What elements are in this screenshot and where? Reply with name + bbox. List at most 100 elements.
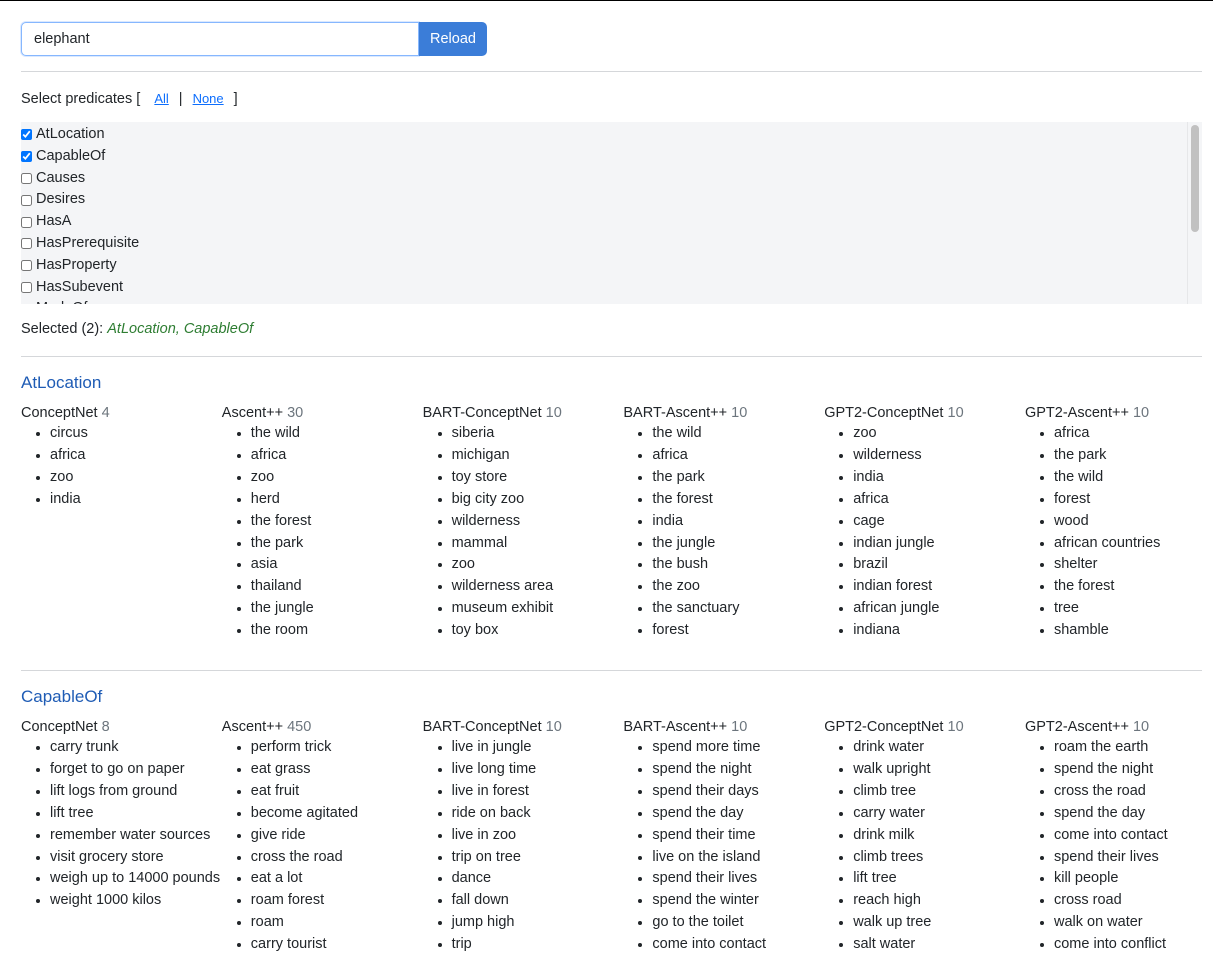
- list-item: forest: [1054, 489, 1213, 511]
- predicate-item[interactable]: AtLocation: [21, 124, 1202, 146]
- section-columns-capableof: ConceptNet 8carry trunkforget to go on p…: [21, 717, 1213, 956]
- list-item: the wild: [1054, 467, 1213, 489]
- section-title-capableof: CapableOf: [21, 687, 103, 706]
- result-list: spend more timespend the nightspend thei…: [623, 737, 824, 956]
- source-name: GPT2-ConceptNet: [824, 405, 944, 421]
- result-count: 10: [731, 405, 748, 421]
- predicate-header: Select predicates [ All | None]: [21, 91, 238, 107]
- list-item: the forest: [1054, 576, 1213, 598]
- predicate-header-label: Select predicates [: [21, 91, 141, 107]
- list-item: climb trees: [853, 847, 1025, 869]
- close-bracket: ]: [233, 91, 238, 107]
- column-header: ConceptNet 4: [21, 403, 222, 423]
- column-header: BART-Ascent++ 10: [623, 403, 824, 423]
- list-item: reach high: [853, 890, 1025, 912]
- list-item: toy box: [452, 620, 624, 642]
- predicate-checkbox[interactable]: [21, 129, 32, 141]
- list-item: the park: [1054, 445, 1213, 467]
- list-item: eat a lot: [251, 868, 423, 890]
- result-list: carry trunkforget to go on paperlift log…: [21, 737, 222, 912]
- list-item: drink water: [853, 737, 1025, 759]
- result-list: drink waterwalk uprightclimb treecarry w…: [824, 737, 1025, 956]
- result-list: the wildafricazooherdthe forestthe parka…: [222, 423, 423, 642]
- list-item: spend their time: [652, 825, 824, 847]
- predicate-item[interactable]: HasPrerequisite: [21, 233, 1202, 255]
- predicate-checkbox[interactable]: [21, 216, 32, 228]
- result-column: ConceptNet 8carry trunkforget to go on p…: [21, 717, 222, 956]
- result-list: the wildafricathe parkthe forestindiathe…: [623, 423, 824, 642]
- list-item: zoo: [452, 554, 624, 576]
- list-item: weigh up to 14000 pounds: [50, 868, 222, 890]
- result-list: perform trickeat grasseat fruitbecome ag…: [222, 737, 423, 956]
- reload-button[interactable]: Reload: [419, 22, 487, 56]
- result-list: live in junglelive long timelive in fore…: [423, 737, 624, 956]
- result-count: 10: [731, 719, 748, 735]
- list-item: spend their lives: [652, 868, 824, 890]
- predicate-item[interactable]: HasA: [21, 211, 1202, 233]
- list-item: spend their days: [652, 781, 824, 803]
- list-item: forget to go on paper: [50, 759, 222, 781]
- list-item: forest: [652, 620, 824, 642]
- list-item: cross the road: [1054, 781, 1213, 803]
- result-column: BART-Ascent++ 10the wildafricathe parkth…: [623, 403, 824, 642]
- list-item: weight 1000 kilos: [50, 890, 222, 912]
- predicate-item[interactable]: Desires: [21, 189, 1202, 211]
- list-item: the zoo: [652, 576, 824, 598]
- source-name: GPT2-ConceptNet: [824, 719, 944, 735]
- predicate-checkbox[interactable]: [21, 281, 32, 293]
- predicate-checkbox[interactable]: [21, 151, 32, 163]
- list-item: come into contact: [1054, 825, 1213, 847]
- predicate-item[interactable]: HasProperty: [21, 255, 1202, 277]
- result-count: 8: [101, 719, 110, 735]
- list-item: wood: [1054, 511, 1213, 533]
- predicate-checkbox[interactable]: [21, 238, 32, 250]
- result-list: roam the earthspend the nightcross the r…: [1025, 737, 1213, 956]
- predicate-label: HasPrerequisite: [36, 234, 140, 251]
- predicate-item[interactable]: MadeOf: [21, 298, 1202, 304]
- list-item: roam forest: [251, 890, 423, 912]
- result-column: ConceptNet 4circusafricazooindia: [21, 403, 222, 642]
- list-item: live in jungle: [452, 737, 624, 759]
- select-all-link[interactable]: All: [154, 91, 168, 106]
- column-header: BART-Ascent++ 10: [623, 717, 824, 737]
- select-none-link[interactable]: None: [193, 91, 224, 106]
- separator: |: [178, 91, 183, 107]
- list-item: roam: [251, 912, 423, 934]
- list-item: herd: [251, 489, 423, 511]
- list-item: big city zoo: [452, 489, 624, 511]
- predicate-item[interactable]: HasSubevent: [21, 277, 1202, 299]
- divider: [21, 670, 1202, 671]
- result-column: GPT2-Ascent++ 10africathe parkthe wildfo…: [1025, 403, 1213, 642]
- column-header: BART-ConceptNet 10: [423, 717, 624, 737]
- predicate-checkbox[interactable]: [21, 260, 32, 272]
- list-item: shelter: [1054, 554, 1213, 576]
- predicate-item[interactable]: CapableOf: [21, 146, 1202, 168]
- list-item: go to the toilet: [652, 912, 824, 934]
- predicate-item[interactable]: Causes: [21, 168, 1202, 190]
- result-count: 450: [287, 719, 312, 735]
- list-item: africa: [853, 489, 1025, 511]
- list-item: eat fruit: [251, 781, 423, 803]
- list-item: africa: [1054, 423, 1213, 445]
- list-item: africa: [652, 445, 824, 467]
- predicate-checkbox[interactable]: [21, 172, 32, 184]
- predicate-list-box[interactable]: AtLocation CapableOf Causes Desires HasA HasP…: [21, 122, 1202, 304]
- result-column: BART-Ascent++ 10spend more timespend the…: [623, 717, 824, 956]
- result-count: 10: [947, 719, 964, 735]
- list-item: live in zoo: [452, 825, 624, 847]
- list-item: india: [853, 467, 1025, 489]
- list-item: wilderness area: [452, 576, 624, 598]
- list-item: walk upright: [853, 759, 1025, 781]
- search-input[interactable]: [21, 22, 419, 56]
- scrollbar[interactable]: [1187, 122, 1202, 304]
- predicate-checkbox[interactable]: [21, 194, 32, 206]
- list-item: give ride: [251, 825, 423, 847]
- scrollbar-thumb[interactable]: [1191, 125, 1199, 232]
- column-header: ConceptNet 8: [21, 717, 222, 737]
- list-item: roam the earth: [1054, 737, 1213, 759]
- list-item: the room: [251, 620, 423, 642]
- list-item: spend the night: [652, 759, 824, 781]
- search-row: Reload: [21, 22, 487, 56]
- column-header: Ascent++ 30: [222, 403, 423, 423]
- predicate-list: AtLocation CapableOf Causes Desires HasA HasP…: [21, 122, 1202, 304]
